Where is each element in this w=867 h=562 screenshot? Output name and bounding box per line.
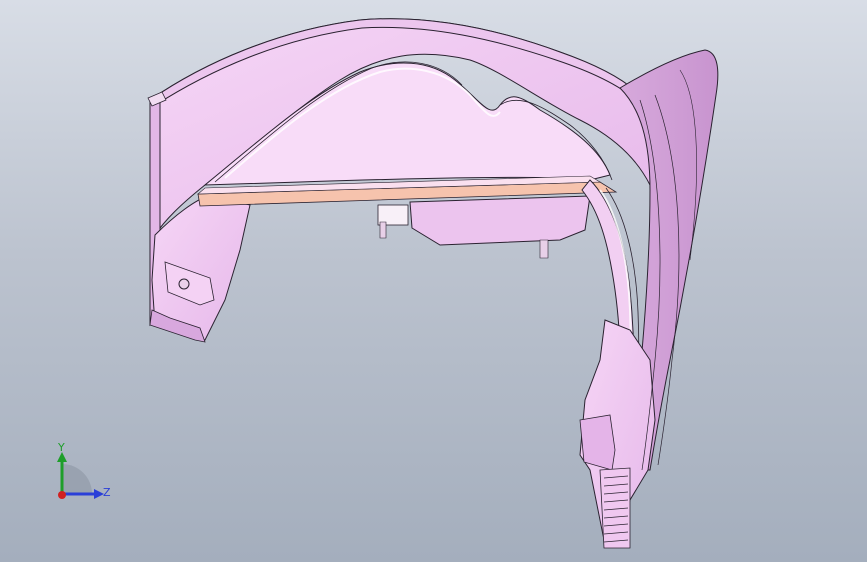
3d-viewport[interactable]: Y Z (0, 0, 867, 562)
center-block (409, 195, 591, 246)
y-axis-label: Y (58, 441, 65, 454)
right-lower-step (579, 414, 616, 471)
z-axis-label: Z (103, 486, 111, 499)
ribbed-fins (599, 467, 631, 549)
center-pin (379, 221, 387, 239)
axis-triad: Y Z (48, 438, 120, 508)
x-axis-origin (58, 491, 66, 499)
right-pin (539, 239, 549, 259)
cad-model[interactable] (0, 0, 867, 562)
mount-hole (178, 278, 190, 290)
